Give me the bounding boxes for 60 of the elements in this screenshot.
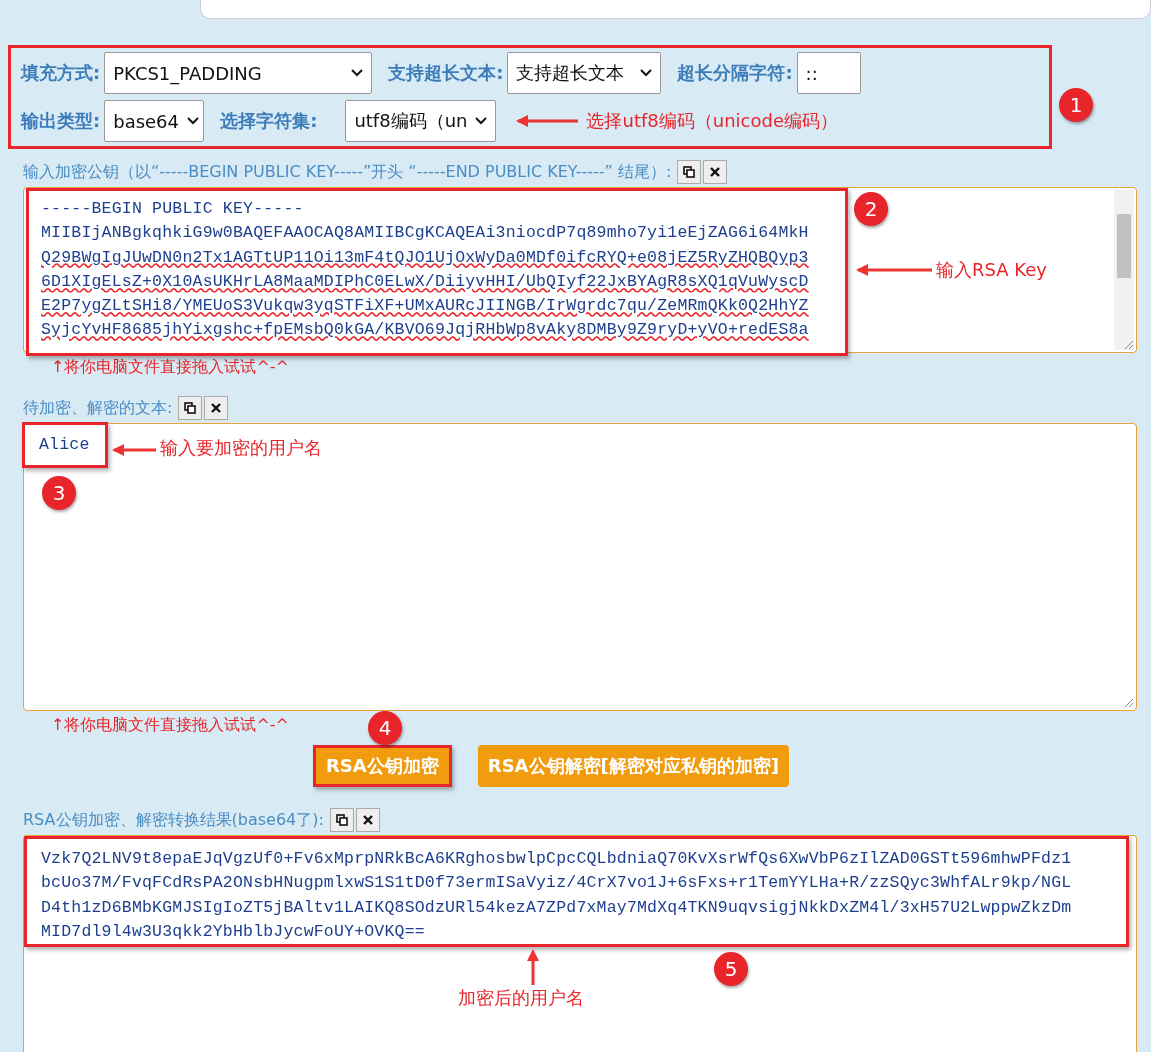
caret-icon	[640, 69, 653, 77]
key-line: -----BEGIN PUBLIC KEY-----	[41, 198, 305, 220]
copy-icon	[184, 402, 197, 414]
step-badge: 1	[1059, 88, 1093, 122]
close-icon	[710, 167, 721, 177]
key-line: E2P7ygZLtSHi8/YMEUoS3Vukqw3yqSTFiXF+UMxAURcJIINGB/IrWgrdc7qu/ZeMRmQKk0Q2HhYZ	[41, 295, 810, 318]
drop-hint: ↑将你电脑文件直接拖入试试^-^	[51, 357, 289, 378]
arrow	[516, 115, 581, 127]
annotation-note: 输入要加密的用户名	[160, 436, 322, 460]
key-line: 6D1XIgELsZ+0X10AsUKHrLA8MaaMDIPhC0ELwX/DiiyvHHI/UbQIyf22JxBYAgR8sXQ1qVuWyscD	[41, 270, 810, 293]
resize-grip-icon[interactable]	[1124, 340, 1134, 350]
option-label: 支持超长文本:	[388, 61, 504, 85]
separator-input[interactable]: ::	[796, 52, 861, 94]
copy-button[interactable]	[178, 396, 203, 420]
option-label: 选择字符集:	[220, 109, 318, 133]
scrollbar[interactable]	[1114, 190, 1134, 350]
field-label: RSA公钥加密、解密转换结果(base64了):	[23, 809, 324, 831]
arrow	[527, 949, 539, 985]
result-line: Vzk7Q2LNV9t8epaEJqVgzUf0+Fv6xMprpNRkBcA6KRghosbwlpCpcCQLbdniaQ70KvXsrWfQs6XwVbP6zIlZAD0GSTt596mhwPFdz1	[41, 848, 1073, 870]
resize-grip-icon[interactable]	[1124, 698, 1134, 708]
step-badge: 3	[42, 476, 76, 510]
step-badge: 4	[368, 711, 402, 745]
key-line: MIIBIjANBgkqhkiG9w0BAQEFAAOCAQ8AMIIBCgKCAQEAi3niocdP7q89mho7yi1eEjZAG6i64MkH	[41, 222, 810, 245]
copy-button[interactable]	[329, 808, 354, 832]
clear-button[interactable]	[204, 396, 229, 420]
key-line: Q29BWgIgJUwDN0n2Tx1AGTtUP11Oi13mF4tQJO1UjOxWyDa0MDf0ifcRYQ+e08jEZ5RyZHQBQyp3	[41, 246, 810, 269]
step-badge: 5	[714, 952, 748, 986]
plaintext-value: Alice	[22, 422, 108, 468]
drop-hint: ↑将你电脑文件直接拖入试试^-^	[51, 715, 289, 736]
result-line: bcUo37M/FvqFCdRsPA2ONsbHNugpmlxwS1S1tD0f73ermISaVyiz/4CrX7vo1J+6sFxs+r1TemYYLHa+R/zzSQyc3WhfALr9kp/NGL	[41, 872, 1073, 895]
field-label: 待加密、解密的文本:	[23, 397, 173, 419]
arrow	[112, 444, 156, 456]
result-line: MID7dl9l4w3U3qkk2YbHblbJycwFoUY+OVKQ==	[41, 920, 426, 943]
close-icon	[362, 815, 373, 825]
copy-icon	[335, 814, 348, 826]
dropdown[interactable]: 支持超长文本	[507, 52, 662, 94]
result-textarea[interactable]	[23, 835, 1137, 1052]
caret-icon	[475, 117, 488, 125]
key-line: SyjcYvHF8685jhYixgshc+fpEMsbQ0kGA/KBVO69JqjRHbWp8vAky8DMBy9Z9ryD+yVO+redES8a	[41, 319, 810, 342]
clear-button[interactable]	[703, 160, 728, 184]
annotation-note: 输入RSA Key	[936, 258, 1047, 282]
field-label: 输入加密公钥（以“-----BEGIN PUBLIC KEY-----”开头 “-----END PUBLIC KEY-----” 结尾）:	[23, 161, 672, 183]
clear-button[interactable]	[355, 808, 380, 832]
caret-icon	[351, 69, 364, 77]
close-icon	[211, 403, 222, 413]
option-label: 填充方式:	[21, 61, 101, 85]
annotation-note: 选择utf8编码（unicode编码）	[586, 109, 838, 133]
option-label: 输出类型:	[21, 109, 101, 133]
dropdown[interactable]: base64	[104, 100, 205, 142]
annotation-note: 加密后的用户名	[458, 986, 584, 1010]
caret-icon	[187, 117, 199, 125]
copy-icon	[683, 166, 696, 178]
option-label: 超长分隔字符:	[677, 61, 793, 85]
result-line: D4th1zD6BMbKGMJSIgIoZT5jBAltv1LAIKQ8SOdzURl54kezA7ZPd7xMay7MdXq4TKN9uqvsigjNkkDxZM4l/3xH57U2LwppwZkzDm	[41, 896, 1073, 919]
plaintext-textarea[interactable]: Alice 输入要加密的用户名 3	[23, 423, 1137, 711]
step-badge: 2	[854, 192, 888, 226]
copy-button[interactable]	[677, 160, 702, 184]
dropdown[interactable]: utf8编码（un	[345, 100, 497, 142]
dropdown[interactable]: PKCS1_PADDING	[104, 52, 373, 94]
public-key-textarea[interactable]	[23, 187, 1137, 353]
